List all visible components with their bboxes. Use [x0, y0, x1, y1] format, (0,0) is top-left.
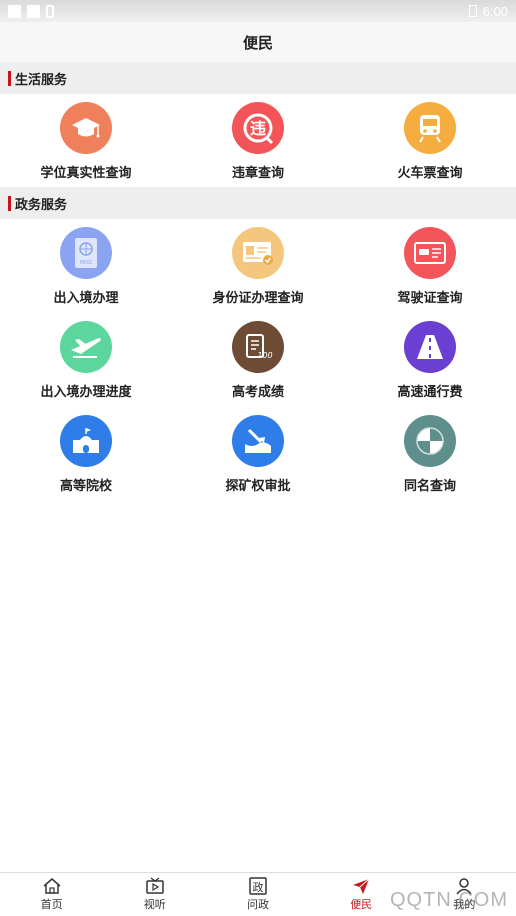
service-label: 同名查询 [403, 478, 456, 493]
service-label: 驾驶证查询 [397, 290, 463, 305]
service-violation-query[interactable]: 违 违章查询 [172, 94, 344, 187]
page-title-bar: 便民 [0, 22, 516, 62]
graduation-cap-icon [60, 102, 112, 154]
passport-icon: PASS [60, 227, 112, 279]
notification-icon [8, 4, 21, 18]
service-label: 出入境办理进度 [40, 384, 132, 399]
service-train-ticket-query[interactable]: 火车票查询 [344, 94, 516, 187]
life-services-grid: 学位真实性查询 违 违章查询 火车票查询 [0, 94, 516, 187]
service-universities[interactable]: 高等院校 [0, 407, 172, 501]
svg-text:PASS: PASS [80, 260, 92, 266]
service-label: 身份证办理查询 [212, 290, 304, 305]
politics-icon: 政 [249, 877, 267, 895]
service-label: 高等院校 [59, 478, 112, 493]
tab-home[interactable]: 首页 [0, 873, 103, 916]
service-same-name-query[interactable]: 同名查询 [344, 407, 516, 501]
notification-icons [8, 4, 54, 18]
tab-label: 视听 [143, 899, 166, 911]
tab-label: 便民 [350, 899, 373, 911]
section-marker [8, 195, 11, 211]
watermark: QQTN.COM [390, 889, 508, 911]
service-exit-entry[interactable]: PASS 出入境办理 [0, 219, 172, 313]
tab-label: 问政 [246, 899, 269, 911]
id-card-icon [232, 227, 284, 279]
violation-icon: 违 [232, 102, 284, 154]
notification-icon [27, 4, 40, 18]
section-header-life: 生活服务 [0, 62, 516, 94]
service-id-card-query[interactable]: 身份证办理查询 [172, 219, 344, 313]
send-icon [353, 878, 370, 894]
tab-politics[interactable]: 政 问政 [206, 873, 309, 916]
service-label: 高速通行费 [397, 384, 463, 399]
exam-score-icon: 100 [232, 321, 284, 373]
service-label: 违章查询 [231, 165, 284, 180]
section-title: 生活服务 [15, 71, 68, 87]
service-label: 高考成绩 [231, 384, 284, 399]
service-label: 出入境办理 [53, 290, 119, 305]
university-icon [60, 415, 112, 467]
driver-license-icon [404, 227, 456, 279]
gov-services-grid: PASS 出入境办理 身份证办理查询 驾驶证查询 出入境办理进度 100 高考成… [0, 219, 516, 501]
svg-text:100: 100 [257, 351, 272, 360]
page-title: 便民 [242, 35, 273, 52]
service-gaokao-score[interactable]: 100 高考成绩 [172, 313, 344, 407]
service-exit-entry-progress[interactable]: 出入境办理进度 [0, 313, 172, 407]
home-icon [43, 878, 61, 894]
tv-icon [146, 877, 164, 894]
service-degree-verification[interactable]: 学位真实性查询 [0, 94, 172, 187]
service-driver-license[interactable]: 驾驶证查询 [344, 219, 516, 313]
section-title: 政务服务 [15, 196, 68, 212]
status-time: 6:00 [482, 3, 508, 19]
airplane-icon [60, 321, 112, 373]
service-highway-toll[interactable]: 高速通行费 [344, 313, 516, 407]
tab-label: 首页 [40, 899, 63, 911]
svg-text:政: 政 [252, 880, 263, 894]
battery-icon [468, 5, 477, 17]
service-label: 火车票查询 [397, 165, 463, 180]
tab-audio-video[interactable]: 视听 [103, 873, 206, 916]
notification-icon [46, 4, 54, 18]
service-mining-approval[interactable]: 探矿权审批 [172, 407, 344, 501]
section-marker [8, 70, 11, 86]
same-name-icon [404, 415, 456, 467]
service-label: 探矿权审批 [225, 478, 291, 493]
status-bar: 6:00 [0, 0, 516, 22]
mining-icon [232, 415, 284, 467]
svg-text:违: 违 [250, 119, 266, 138]
train-icon [404, 102, 456, 154]
service-label: 学位真实性查询 [40, 165, 132, 180]
section-header-gov: 政务服务 [0, 187, 516, 219]
highway-icon [404, 321, 456, 373]
